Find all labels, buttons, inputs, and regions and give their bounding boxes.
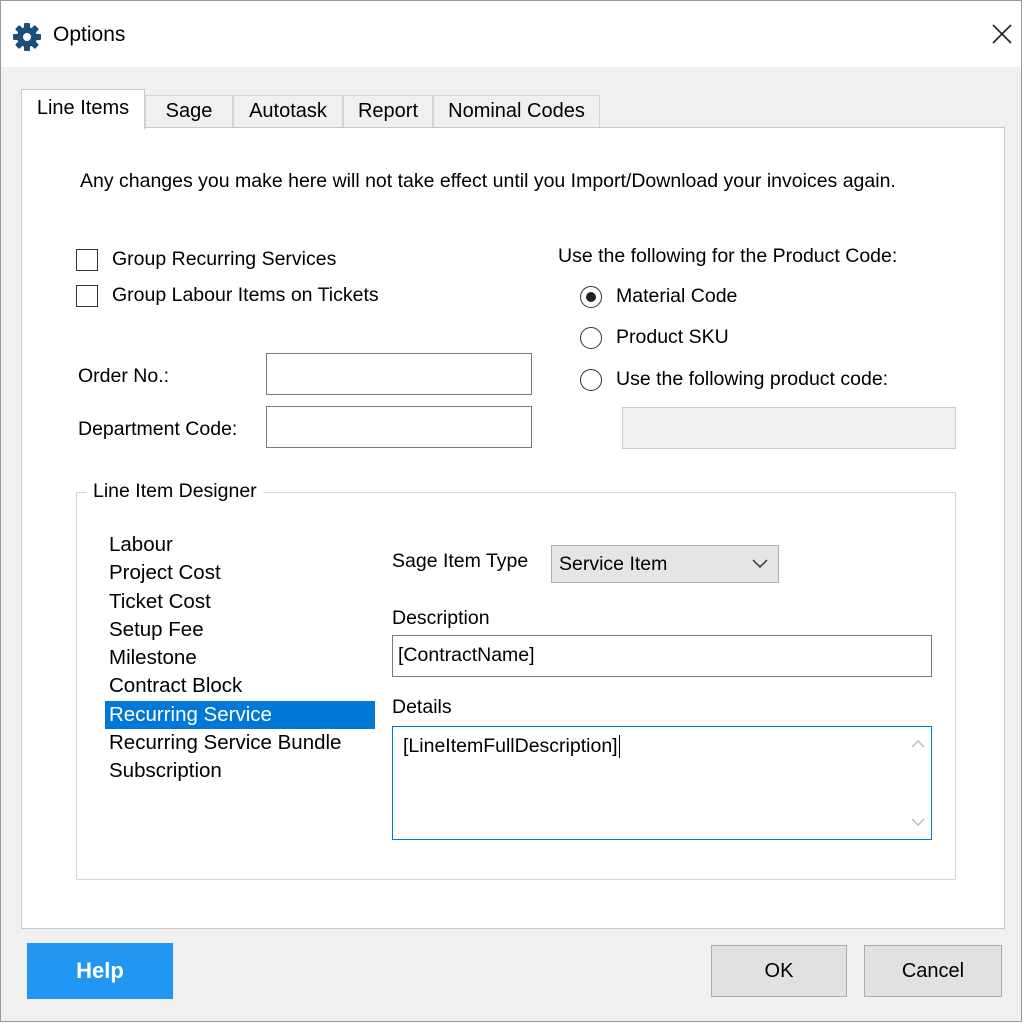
list-item-ticket-cost[interactable]: Ticket Cost — [105, 588, 375, 616]
product-code-heading: Use the following for the Product Code: — [558, 245, 898, 267]
radio-button[interactable] — [580, 286, 602, 308]
list-item-milestone[interactable]: Milestone — [105, 644, 375, 672]
list-item-recurring-service-bundle[interactable]: Recurring Service Bundle — [105, 729, 375, 757]
tab-sage[interactable]: Sage — [145, 95, 233, 127]
checkbox-label: Group Labour Items on Tickets — [112, 284, 379, 306]
sage-item-type-value: Service Item — [559, 553, 668, 575]
department-code-input[interactable] — [266, 406, 532, 448]
sage-item-type-select[interactable]: Service Item — [551, 545, 779, 583]
cancel-button[interactable]: Cancel — [864, 945, 1002, 997]
line-item-designer-title: Line Item Designer — [87, 480, 263, 503]
tab-autotask[interactable]: Autotask — [233, 95, 343, 127]
checkbox-box[interactable] — [76, 285, 98, 307]
scroll-down-icon[interactable] — [911, 817, 925, 827]
radio-label: Product SKU — [616, 326, 729, 348]
radio-label: Use the following product code: — [616, 368, 889, 390]
tab-nominal-codes[interactable]: Nominal Codes — [433, 95, 600, 127]
list-item-setup-fee[interactable]: Setup Fee — [105, 616, 375, 644]
radio-label: Material Code — [616, 285, 738, 307]
line-item-type-list[interactable]: Labour Project Cost Ticket Cost Setup Fe… — [105, 531, 375, 786]
help-button[interactable]: Help — [27, 943, 173, 999]
close-button[interactable] — [979, 15, 1023, 55]
description-label: Description — [392, 607, 490, 629]
title-bar: Options — [1, 1, 1021, 67]
chevron-down-icon — [752, 559, 768, 569]
department-code-label: Department Code: — [78, 418, 238, 440]
radio-button[interactable] — [580, 327, 602, 349]
details-value: [LineItemFullDescription] — [403, 735, 620, 758]
order-no-input[interactable] — [266, 353, 532, 395]
description-input[interactable]: [ContractName] — [392, 635, 932, 677]
tab-line-items[interactable]: Line Items — [21, 89, 145, 129]
list-item-project-cost[interactable]: Project Cost — [105, 559, 375, 587]
details-scrollbar[interactable] — [905, 727, 931, 839]
list-item-labour[interactable]: Labour — [105, 531, 375, 559]
close-icon — [992, 24, 1012, 44]
gear-icon — [11, 21, 43, 53]
checkbox-box[interactable] — [76, 249, 98, 271]
custom-product-code-input — [622, 407, 956, 449]
list-item-subscription[interactable]: Subscription — [105, 757, 375, 785]
notice-text: Any changes you make here will not take … — [80, 170, 896, 192]
scroll-up-icon[interactable] — [911, 739, 925, 749]
tab-report[interactable]: Report — [343, 95, 433, 127]
list-item-recurring-service[interactable]: Recurring Service — [105, 700, 375, 730]
options-dialog: Options Line Items Sage Autotask Report … — [0, 0, 1022, 1022]
radio-button[interactable] — [580, 369, 602, 391]
details-textarea[interactable]: [LineItemFullDescription] — [392, 726, 932, 840]
ok-button[interactable]: OK — [711, 945, 847, 997]
order-no-label: Order No.: — [78, 365, 170, 387]
line-items-panel: Any changes you make here will not take … — [21, 127, 1005, 929]
window-title: Options — [53, 23, 126, 46]
list-item-contract-block[interactable]: Contract Block — [105, 672, 375, 700]
sage-item-type-label: Sage Item Type — [392, 550, 529, 572]
details-label: Details — [392, 696, 452, 718]
checkbox-label: Group Recurring Services — [112, 248, 337, 270]
line-item-designer-group: Line Item Designer Labour Project Cost T… — [76, 480, 956, 880]
